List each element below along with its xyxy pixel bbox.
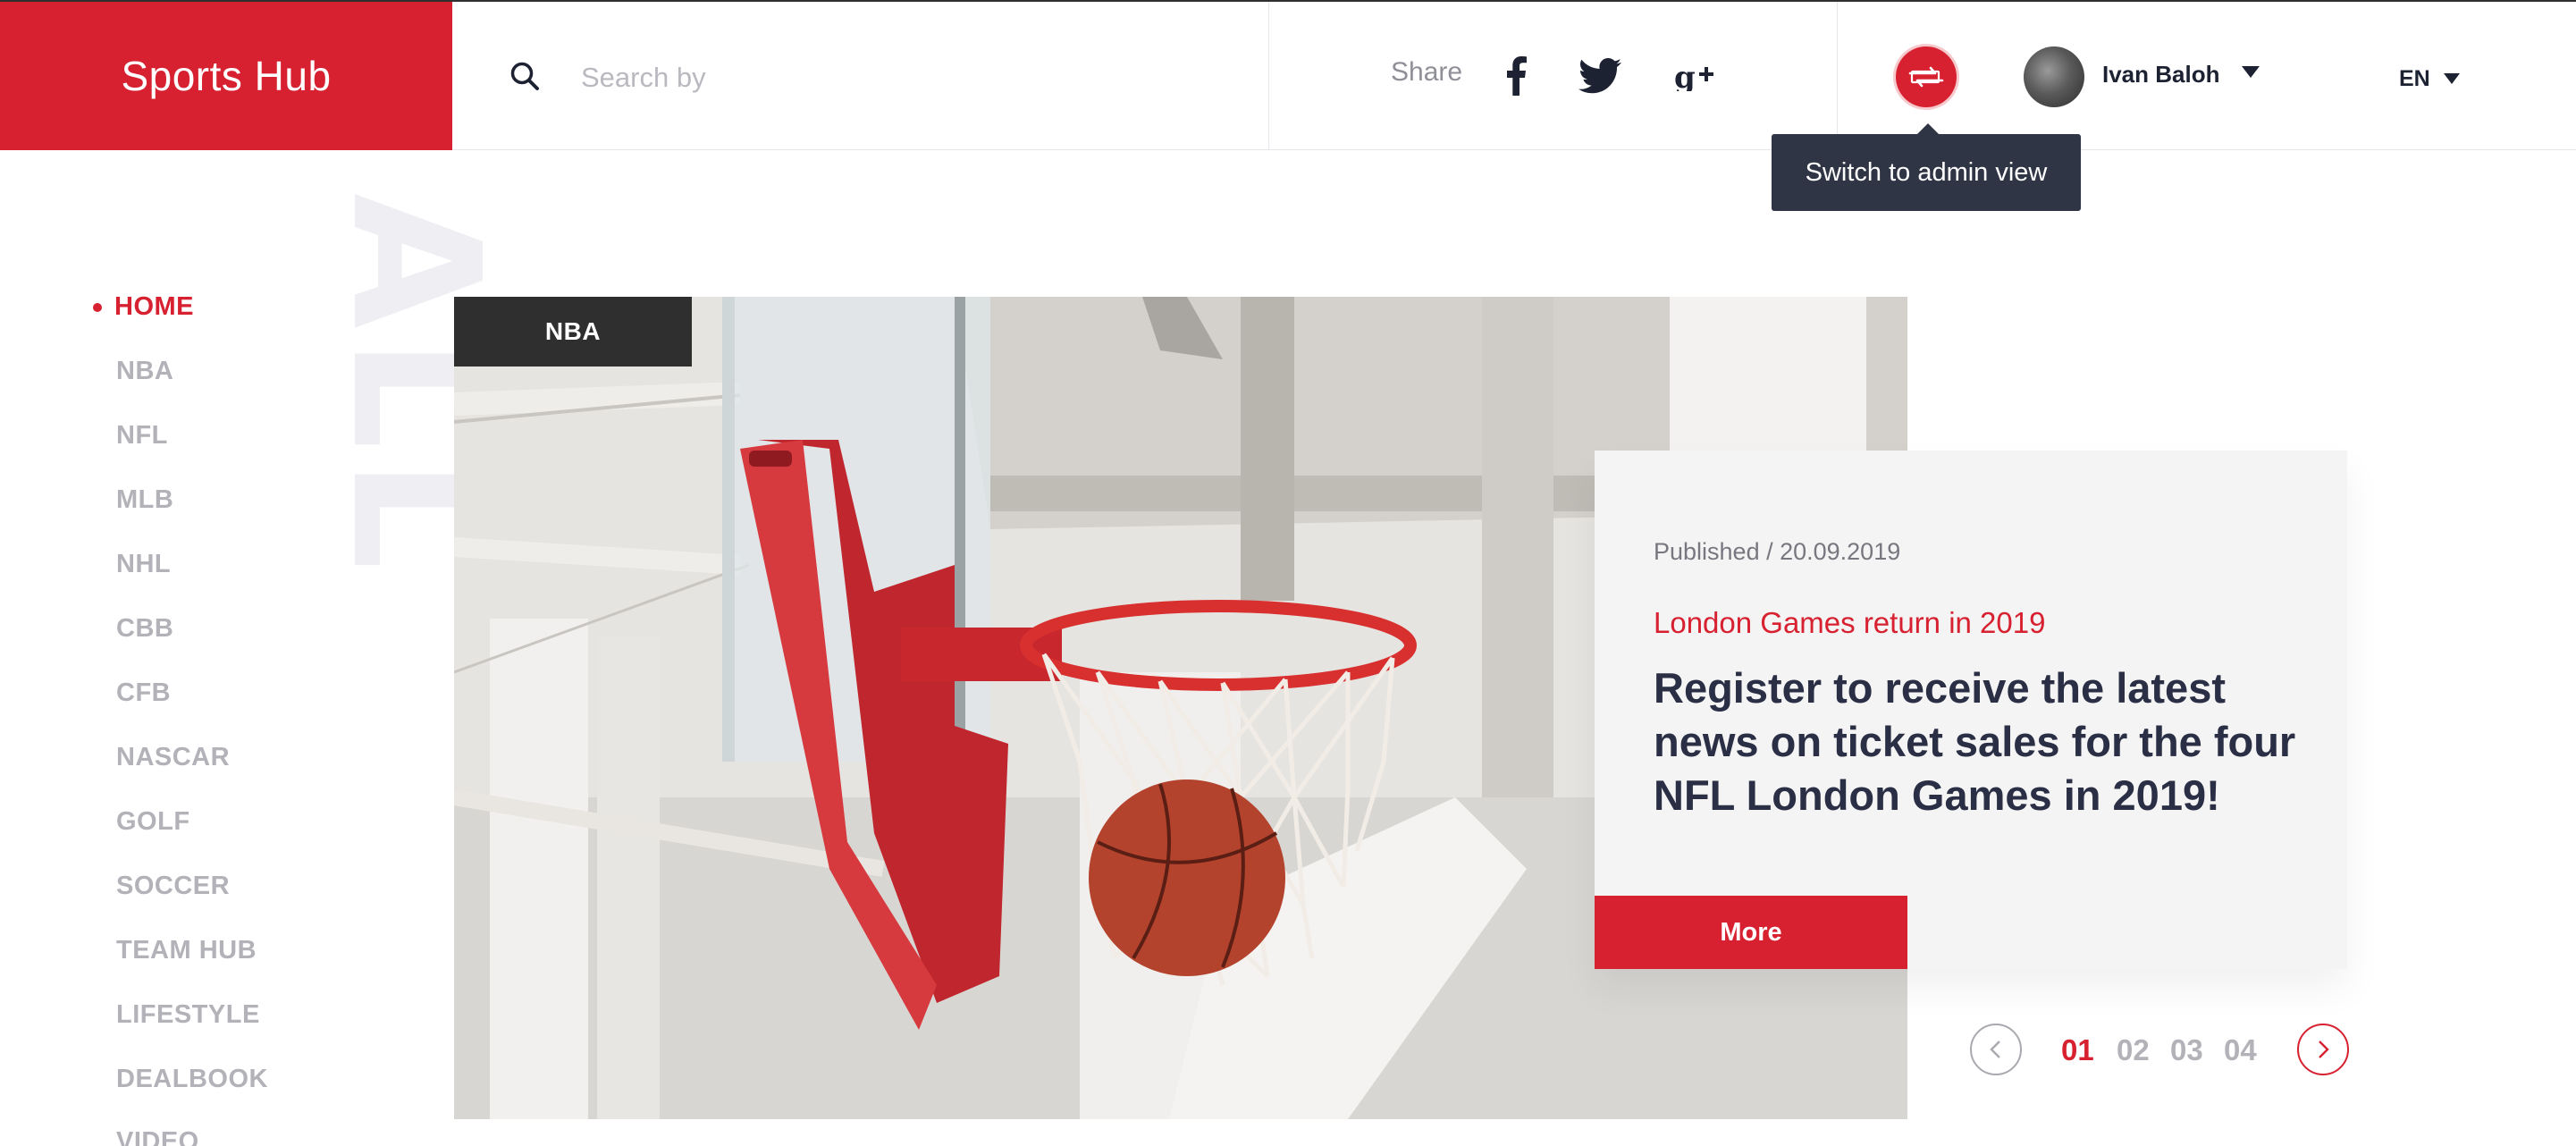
more-button[interactable]: More — [1595, 896, 1907, 969]
previous-slide-button[interactable] — [1970, 1024, 2022, 1075]
share-label: Share — [1391, 57, 1463, 87]
nav-item-mlb[interactable]: MLB — [116, 485, 173, 515]
nav-item-dealbook[interactable]: DEALBOOK — [116, 1065, 268, 1094]
nav-item-team-hub[interactable]: TEAM HUB — [116, 936, 257, 965]
nav-item-nba[interactable]: NBA — [116, 357, 173, 386]
chevron-left-icon — [1990, 1041, 2000, 1058]
nav-item-golf[interactable]: GOLF — [116, 807, 190, 837]
article-subtitle[interactable]: London Games return in 2019 — [1654, 606, 2045, 640]
nav-item-nascar[interactable]: NASCAR — [116, 743, 230, 772]
chevron-down-icon[interactable] — [2242, 66, 2260, 79]
page-number-04[interactable]: 04 — [2224, 1033, 2257, 1067]
nav-item-video[interactable]: VIDEO — [116, 1127, 199, 1146]
avatar[interactable] — [2024, 46, 2084, 107]
svg-text:g: g — [1674, 61, 1696, 91]
switch-admin-view-button[interactable] — [1896, 46, 1957, 107]
logo[interactable]: Sports Hub — [0, 2, 452, 150]
chevron-right-icon — [2319, 1041, 2329, 1058]
google-plus-icon[interactable]: g — [1673, 55, 1716, 97]
user-name[interactable]: Ivan Baloh — [2102, 61, 2219, 88]
page-number-01[interactable]: 01 — [2061, 1033, 2094, 1067]
nav-item-cbb[interactable]: CBB — [116, 614, 173, 644]
category-tag[interactable]: NBA — [454, 297, 692, 367]
nav-item-nhl[interactable]: NHL — [116, 550, 171, 579]
nav-item-cfb[interactable]: CFB — [116, 678, 171, 708]
sports-hub-page: Sports Hub Share g — [0, 0, 2576, 1146]
nav-item-nfl[interactable]: NFL — [116, 421, 168, 451]
chevron-down-icon[interactable] — [2444, 73, 2460, 84]
nav-item-home[interactable]: HOME — [114, 292, 194, 322]
article-card: Published / 20.09.2019 London Games retu… — [1595, 451, 2347, 969]
published-date: Published / 20.09.2019 — [1654, 538, 1901, 565]
swap-arrows-icon — [1908, 66, 1944, 88]
admin-view-tooltip: Switch to admin view — [1772, 123, 2081, 211]
article-title[interactable]: Register to receive the latest news on t… — [1654, 661, 2306, 822]
facebook-icon[interactable] — [1502, 55, 1532, 97]
page-number-02[interactable]: 02 — [2117, 1033, 2150, 1067]
search-input[interactable] — [581, 55, 1117, 100]
nav-item-soccer[interactable]: SOCCER — [116, 872, 230, 901]
next-slide-button[interactable] — [2297, 1024, 2349, 1075]
top-header: Sports Hub Share g — [0, 0, 2576, 150]
twitter-icon[interactable] — [1577, 55, 1623, 97]
nav-item-lifestyle[interactable]: LIFESTYLE — [116, 1000, 260, 1030]
language-selector[interactable]: EN — [2399, 66, 2430, 92]
search-icon[interactable] — [509, 61, 540, 91]
active-indicator-dot — [93, 303, 102, 312]
share-zone — [1269, 2, 1838, 150]
page-number-03[interactable]: 03 — [2170, 1033, 2203, 1067]
